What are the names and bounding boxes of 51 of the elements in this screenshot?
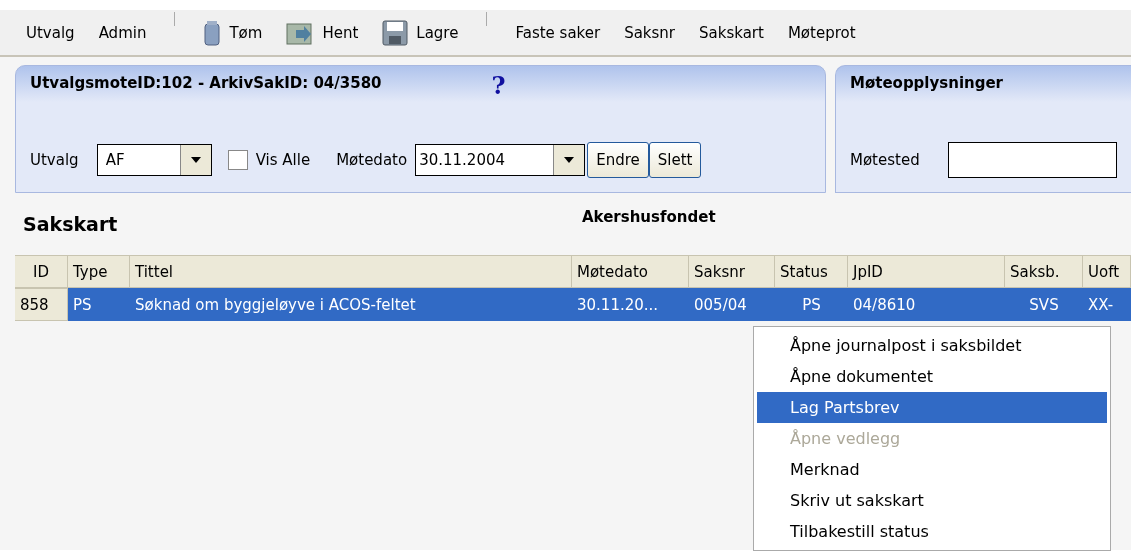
menu-item[interactable]: Tilbakestill status (757, 516, 1107, 547)
caret-icon (564, 157, 575, 163)
caret-icon (190, 157, 201, 163)
action-button[interactable]: Endre (587, 142, 649, 178)
table-cell: PS (775, 288, 848, 321)
checkbox[interactable] (227, 150, 248, 170)
toolbar-button[interactable]: Lagre (370, 14, 471, 51)
toolbar-button[interactable]: Faste saker (503, 14, 613, 51)
column-header[interactable]: Status (775, 255, 848, 288)
toolbar-button[interactable]: Utvalg (14, 14, 87, 51)
menu-item[interactable]: Lag Partsbrev (757, 392, 1107, 423)
column-header[interactable]: Møtedato (572, 255, 689, 288)
organisation-name: Akershusfondet (582, 208, 716, 226)
table-cell: 005/04 (689, 288, 775, 321)
panel-title: Møteopplysninger (850, 74, 1004, 92)
toolbar-button[interactable]: Tøm (191, 14, 275, 51)
column-header[interactable]: Type (68, 255, 130, 288)
column-header[interactable]: JpID (848, 255, 1005, 288)
menu-item[interactable]: Åpne journalpost i saksbildet (757, 330, 1107, 361)
menu-item[interactable]: Merknad (757, 454, 1107, 485)
toolbar-button[interactable]: Saksnr (612, 14, 688, 51)
table-cell: 30.11.20... (572, 288, 689, 321)
table-cell: 04/8610 (848, 288, 1005, 321)
toolbar-button[interactable]: Admin (86, 14, 159, 51)
section-title: Sakskart (22, 213, 119, 235)
toolbar-button[interactable]: Hent (274, 14, 371, 51)
field-label: Utvalg (30, 151, 79, 169)
column-header[interactable]: Uoft (1083, 255, 1131, 288)
checkbox-label: Vis Alle (255, 151, 311, 169)
column-header[interactable]: Tittel (130, 255, 572, 288)
toolbar-button[interactable]: Sakskart (687, 14, 776, 51)
column-header[interactable]: Saksb. (1005, 255, 1083, 288)
table-cell: PS (68, 288, 130, 321)
menu-item[interactable]: Skriv ut sakskart (757, 485, 1107, 516)
toolbar-button[interactable]: Møteprot (775, 14, 868, 51)
column-header[interactable]: ID (15, 255, 68, 288)
menu-item[interactable]: Åpne dokumentet (757, 361, 1107, 392)
table-cell: Søknad om byggjeløyve i ACOS-feltet (130, 288, 572, 321)
column-header[interactable]: Saksnr (689, 255, 775, 288)
table-cell: SVS (1005, 288, 1083, 321)
field-label: Møtested (850, 151, 920, 169)
date-dropdown[interactable]: 30.11.2004 (415, 144, 586, 176)
panel-title: UtvalgsmoteID:102 - ArkivSakID: 04/3580 (30, 74, 382, 92)
action-button[interactable]: Slett (648, 142, 702, 178)
help-icon[interactable]: ? (491, 74, 506, 98)
trash-can-icon (203, 19, 222, 46)
committee-dropdown[interactable]: AF (96, 144, 212, 176)
table-cell: XX- (1083, 288, 1131, 321)
venue-field[interactable] (947, 142, 1117, 178)
field-label: Møtedato (336, 151, 408, 169)
table-cell: 858 (15, 288, 68, 321)
